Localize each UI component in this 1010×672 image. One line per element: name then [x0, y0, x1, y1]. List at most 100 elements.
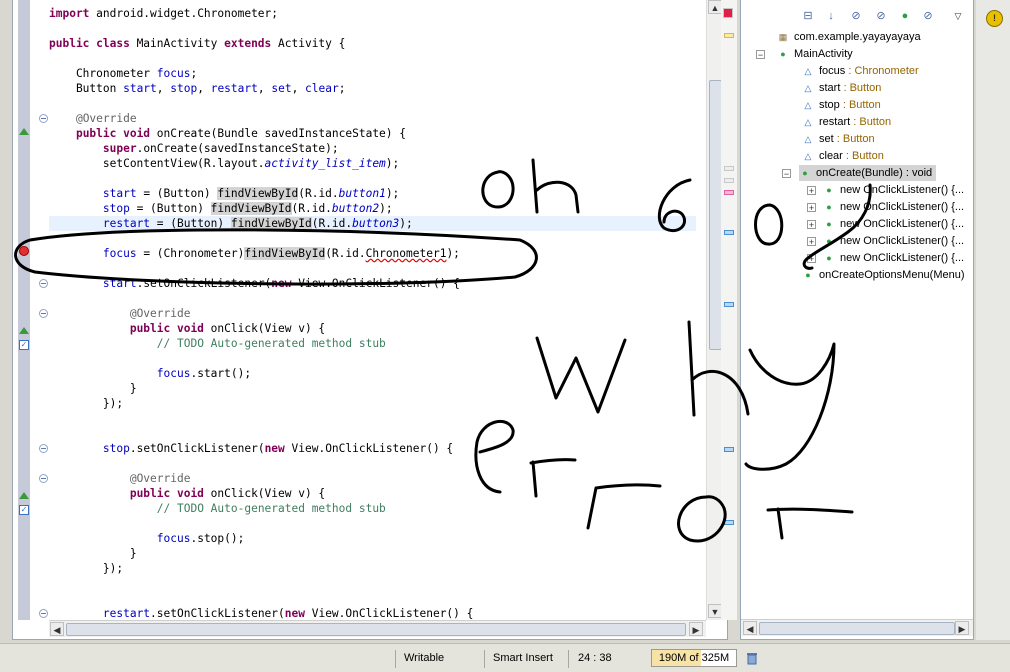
code-line[interactable]: } — [49, 381, 137, 396]
code-line[interactable]: // TODO Auto-generated method stub — [49, 501, 386, 516]
writable-status: Writable — [404, 652, 445, 664]
code-line[interactable]: // TODO Auto-generated method stub — [49, 336, 386, 351]
outline-field[interactable]: △ focus : Chronometer — [802, 63, 919, 79]
code-line[interactable]: restart.setOnClickListener(new View.OnCl… — [49, 606, 473, 620]
fold-toggle-icon[interactable] — [39, 114, 48, 123]
package-icon: ▦ — [778, 32, 788, 42]
expand-toggle-icon[interactable]: + — [807, 237, 816, 247]
override-indicator-icon[interactable] — [19, 327, 29, 334]
code-line[interactable]: public void onClick(View v) { — [49, 321, 325, 336]
fold-toggle-icon[interactable] — [39, 609, 48, 618]
code-line[interactable]: start.setOnClickListener(new View.OnClic… — [49, 276, 460, 291]
hide-fields-icon[interactable]: ⊘ — [849, 9, 863, 23]
task-icon[interactable]: ✓ — [19, 505, 29, 515]
code-line[interactable]: public void onClick(View v) { — [49, 486, 325, 501]
fold-toggle-icon[interactable] — [39, 444, 48, 453]
outline-method[interactable]: ● onCreateOptionsMenu(Menu) — [802, 267, 964, 283]
sort-icon[interactable]: ↓ — [824, 9, 838, 23]
collapse-all-icon[interactable]: ⊟ — [801, 9, 815, 23]
scroll-down-arrow-icon[interactable]: ▼ — [708, 604, 722, 618]
horizontal-scroll-thumb[interactable] — [66, 623, 686, 636]
code-line[interactable]: }); — [49, 561, 123, 576]
task-marker[interactable] — [724, 520, 734, 525]
outline-horizontal-scrollbar[interactable]: ◀ ▶ — [741, 619, 973, 636]
task-marker[interactable] — [724, 230, 734, 235]
fold-toggle-icon[interactable] — [39, 309, 48, 318]
outline-field[interactable]: △ restart : Button — [802, 114, 892, 130]
outline-view[interactable]: ⊟ ↓ ⊘ ⊘ ● ⊘ ▽ ▦ com.example.yayayayaya − … — [740, 0, 974, 640]
field-icon: △ — [804, 83, 812, 93]
code-line[interactable]: import android.widget.Chronometer; — [49, 6, 278, 21]
task-icon[interactable]: ✓ — [19, 340, 29, 350]
outline-anonymous-class[interactable]: ● new OnClickListener() {... — [823, 199, 964, 215]
collapse-toggle-icon[interactable]: − — [756, 50, 765, 60]
outline-anonymous-class[interactable]: ● new OnClickListener() {... — [823, 233, 964, 249]
perspective-icon[interactable]: ! — [986, 10, 1003, 27]
scroll-up-arrow-icon[interactable]: ▲ — [708, 0, 722, 14]
trash-icon[interactable] — [746, 651, 758, 665]
code-line[interactable]: @Override — [49, 306, 191, 321]
code-line[interactable]: stop = (Button) findViewById(R.id.button… — [49, 201, 393, 216]
warning-marker[interactable] — [724, 33, 734, 38]
heap-status[interactable]: 190M of 325M — [651, 649, 737, 667]
outline-method-selected[interactable]: ● onCreate(Bundle) : void — [799, 165, 937, 181]
outline-scroll-thumb[interactable] — [759, 622, 955, 635]
outline-class[interactable]: ● MainActivity — [777, 46, 852, 62]
cursor-position: 24 : 38 — [578, 652, 612, 664]
code-editor[interactable]: import android.widget.Chronometer; public… — [12, 0, 737, 640]
expand-toggle-icon[interactable]: + — [807, 220, 816, 230]
code-line[interactable]: public void onCreate(Bundle savedInstanc… — [49, 126, 406, 141]
outline-field[interactable]: △ set : Button — [802, 131, 875, 147]
code-line[interactable]: focus.stop(); — [49, 531, 245, 546]
task-marker[interactable] — [724, 302, 734, 307]
occurrence-marker[interactable] — [724, 166, 734, 171]
error-marker[interactable] — [724, 190, 734, 195]
code-line[interactable]: start = (Button) findViewById(R.id.butto… — [49, 186, 399, 201]
outline-field[interactable]: △ start : Button — [802, 80, 882, 96]
outline-anonymous-class[interactable]: ● new OnClickListener() {... — [823, 182, 964, 198]
code-line[interactable]: }); — [49, 396, 123, 411]
expand-toggle-icon[interactable]: + — [807, 203, 816, 213]
error-icon[interactable] — [19, 246, 29, 256]
code-line[interactable]: setContentView(R.layout.activity_list_it… — [49, 156, 399, 171]
collapse-toggle-icon[interactable]: − — [782, 169, 791, 179]
code-line[interactable]: } — [49, 546, 137, 561]
override-indicator-icon[interactable] — [19, 492, 29, 499]
scroll-right-arrow-icon[interactable]: ▶ — [689, 622, 703, 636]
outline-field[interactable]: △ stop : Button — [802, 97, 881, 113]
expand-toggle-icon[interactable]: + — [807, 254, 816, 264]
fold-toggle-icon[interactable] — [39, 279, 48, 288]
expand-toggle-icon[interactable]: + — [807, 186, 816, 196]
code-text-area[interactable]: import android.widget.Chronometer; public… — [49, 0, 696, 620]
class-icon: ● — [780, 49, 786, 59]
hide-static-icon[interactable]: ⊘ — [874, 9, 888, 23]
code-line[interactable]: super.onCreate(savedInstanceState); — [49, 141, 339, 156]
code-line[interactable]: focus = (Chronometer)findViewById(R.id.C… — [49, 246, 460, 261]
outline-field[interactable]: △ clear : Button — [802, 148, 884, 164]
error-indicator-icon[interactable] — [723, 8, 733, 18]
code-line[interactable]: stop.setOnClickListener(new View.OnClick… — [49, 441, 453, 456]
scroll-right-arrow-icon[interactable]: ▶ — [955, 621, 969, 635]
horizontal-scrollbar[interactable]: ◀ ▶ — [49, 620, 706, 637]
outline-anonymous-class[interactable]: ● new OnClickListener() {... — [823, 250, 964, 266]
scroll-left-arrow-icon[interactable]: ◀ — [50, 622, 64, 636]
scroll-left-arrow-icon[interactable]: ◀ — [743, 621, 757, 635]
hide-nonpublic-icon[interactable]: ● — [898, 9, 912, 23]
overview-ruler[interactable] — [721, 0, 737, 620]
task-marker[interactable] — [724, 447, 734, 452]
code-line[interactable]: Button start, stop, restart, set, clear; — [49, 81, 346, 96]
override-indicator-icon[interactable] — [19, 128, 29, 135]
outline-anonymous-class[interactable]: ● new OnClickListener() {... — [823, 216, 964, 232]
occurrence-marker[interactable] — [724, 178, 734, 183]
hide-local-types-icon[interactable]: ⊘ — [921, 9, 935, 23]
code-line[interactable]: Chronometer focus; — [49, 66, 197, 81]
field-icon: △ — [804, 134, 812, 144]
fold-toggle-icon[interactable] — [39, 474, 48, 483]
outline-package[interactable]: ▦ com.example.yayayayaya — [777, 29, 921, 45]
code-line[interactable]: focus.start(); — [49, 366, 251, 381]
view-menu-chevron-down-icon[interactable]: ▽ — [951, 9, 965, 23]
code-line[interactable]: restart = (Button) findViewById(R.id.but… — [49, 216, 413, 231]
code-line[interactable]: public class MainActivity extends Activi… — [49, 36, 345, 51]
code-line[interactable]: @Override — [49, 471, 191, 486]
code-line[interactable]: @Override — [49, 111, 137, 126]
